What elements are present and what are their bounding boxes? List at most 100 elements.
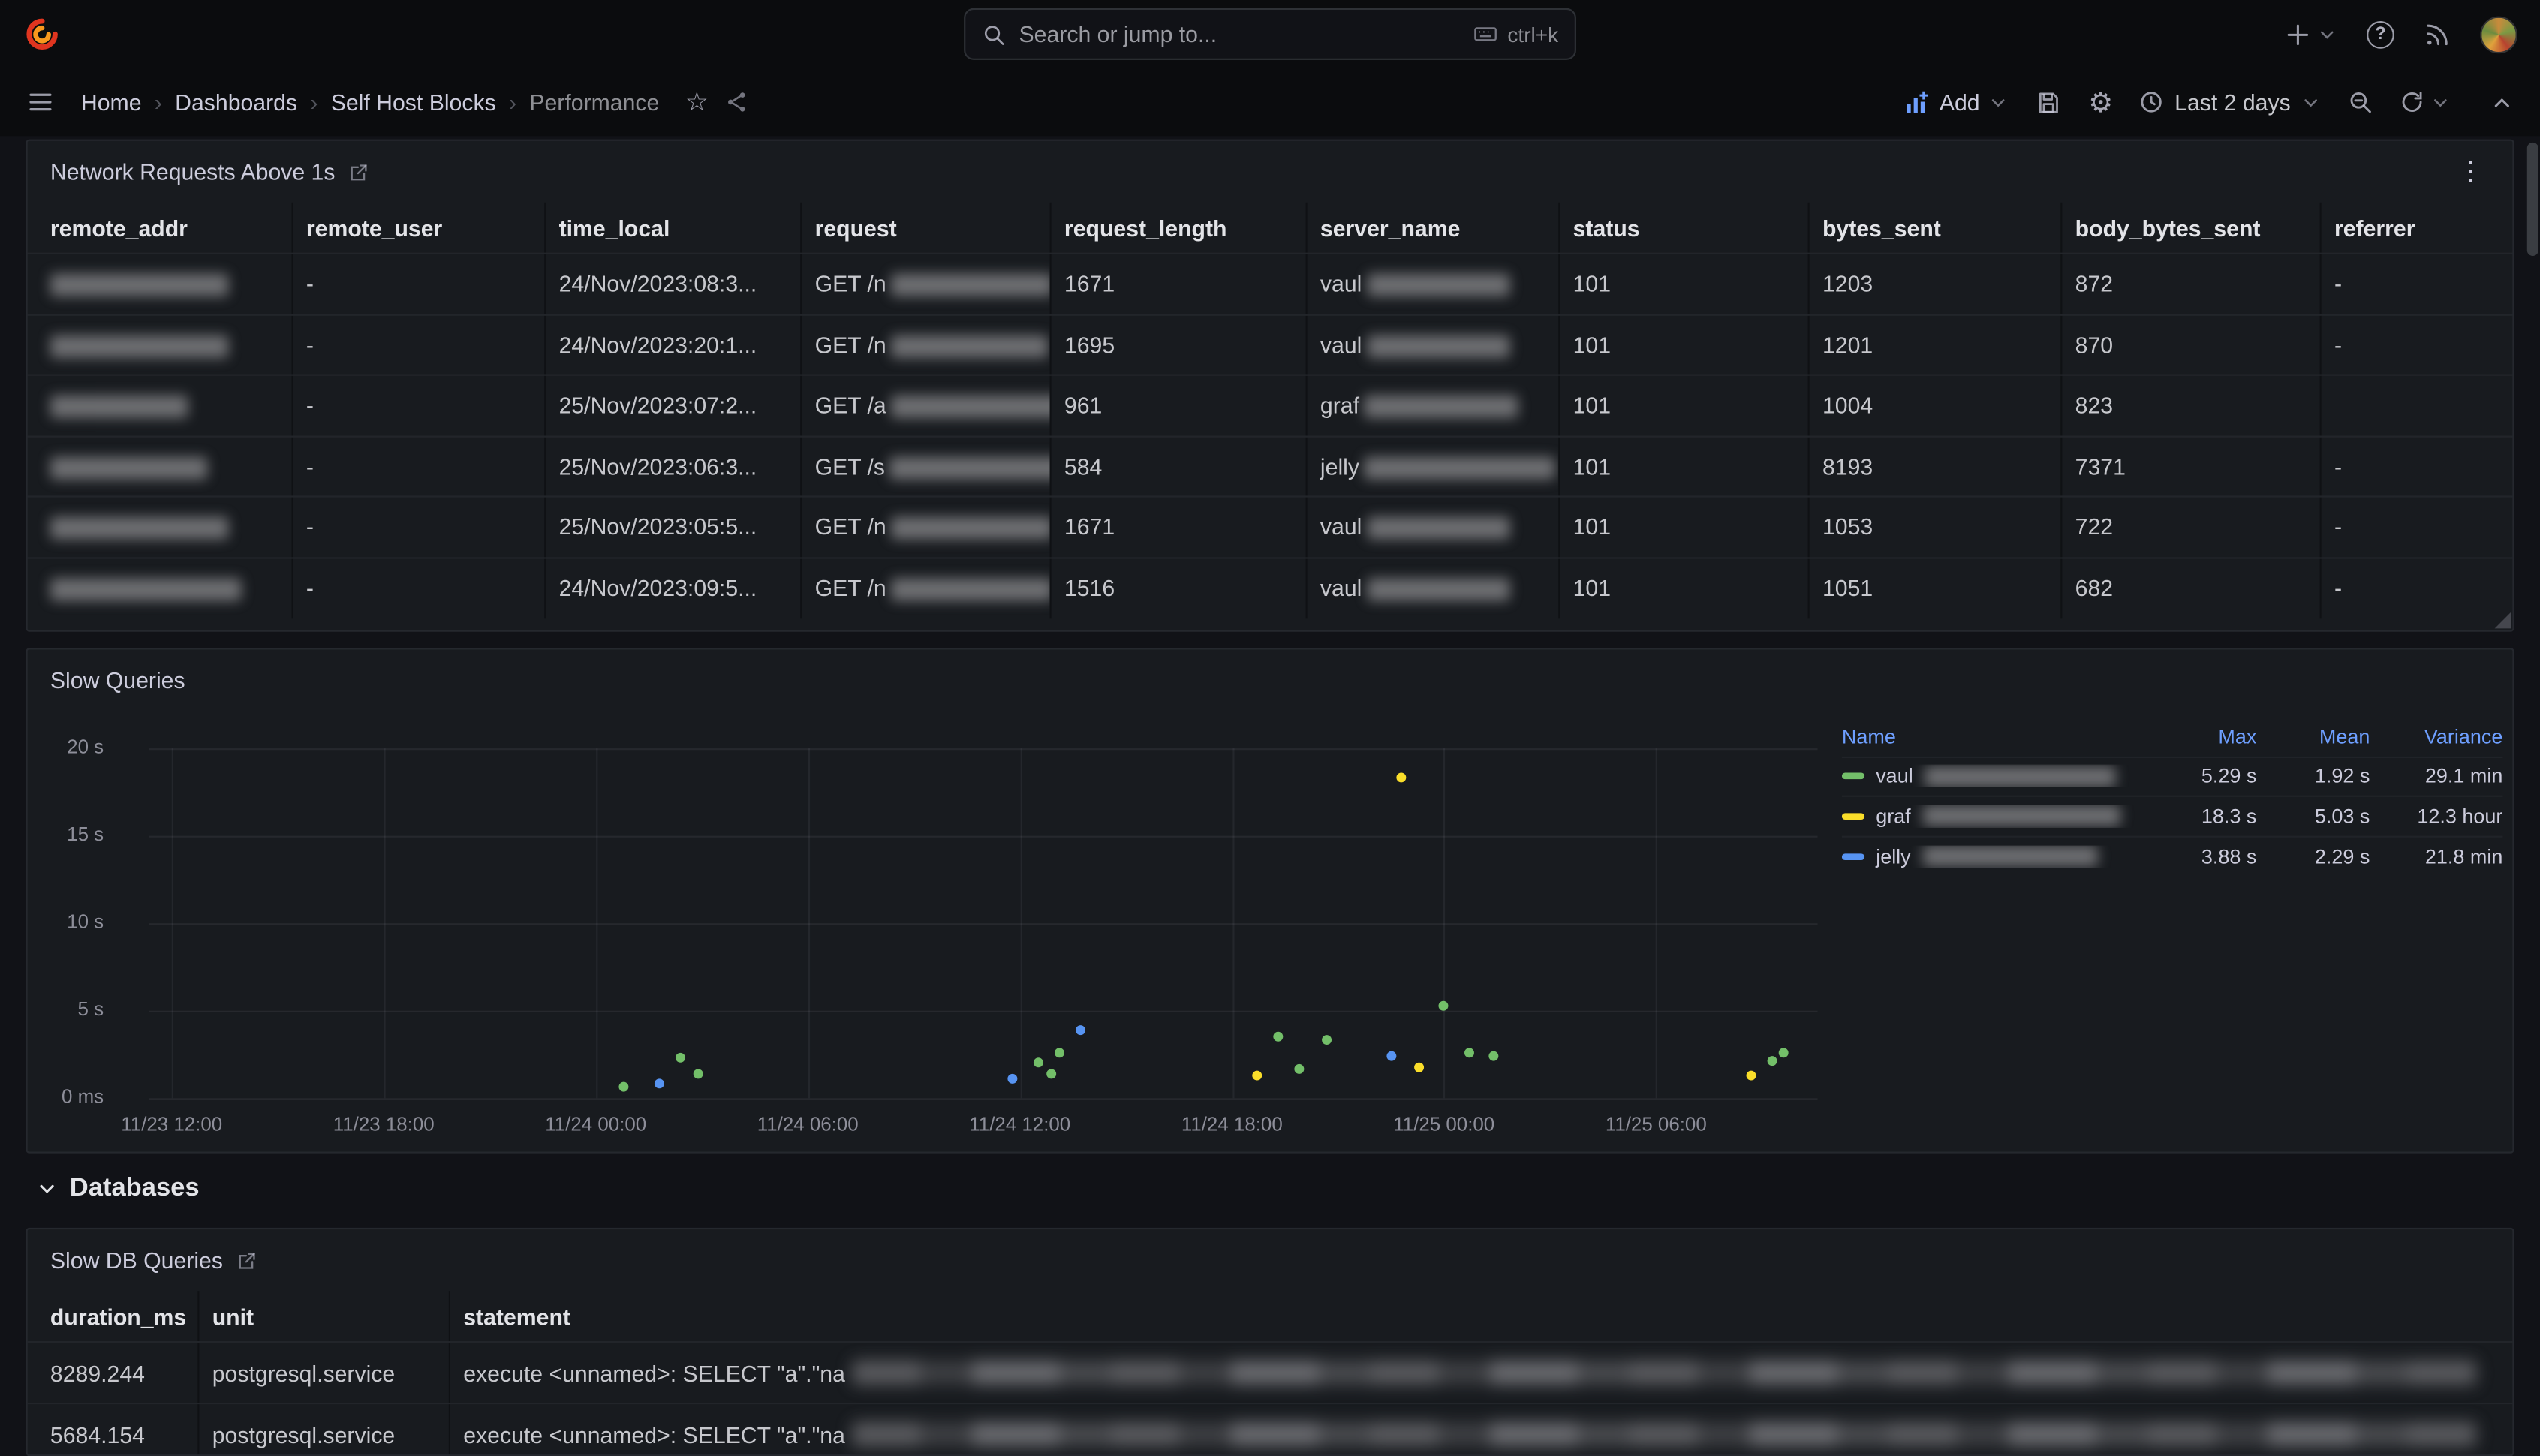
news-rss-icon[interactable] [2424,20,2451,48]
data-point[interactable] [676,1053,685,1063]
table-row: - 24/Nov/2023:08:3... GET /n 1671 vaul 1… [28,254,2513,315]
breadcrumb-home[interactable]: Home [81,89,142,116]
legend-column-max[interactable]: Max [2143,725,2256,748]
table-row: 8289.244 postgresql.service execute <unn… [28,1343,2513,1404]
cell-referrer: - [2322,558,2503,618]
request-prefix: GET /n [815,331,886,357]
series-marker[interactable] [1842,813,1864,820]
panel-slow-db-queries: Slow DB Queries duration_ms unit stateme… [26,1228,2514,1456]
legend-row: jelly 3.88 s 2.29 s 21.8 min [1842,837,2503,877]
time-range-picker[interactable]: Last 2 days [2139,89,2322,116]
cell-server-name: vaul [1308,315,1560,375]
data-point[interactable] [1252,1070,1262,1080]
data-point[interactable] [1075,1025,1085,1035]
scatter-plot[interactable]: 11/23 12:0011/23 18:0011/24 00:0011/24 0… [123,734,1824,1106]
cell-body-bytes-sent: 682 [2062,558,2321,618]
menu-hamburger-icon[interactable] [26,88,56,117]
legend-column-name[interactable]: Name [1842,725,2143,748]
section-row-databases[interactable]: Databases [35,1166,199,1211]
share-icon[interactable] [724,89,751,116]
column-header-duration-ms[interactable]: duration_ms [38,1291,200,1341]
server-prefix: graf [1320,392,1359,418]
redacted-value [50,396,188,418]
legend-variance-value: 12.3 hour [2370,805,2502,827]
data-point[interactable] [655,1078,664,1088]
cell-bytes-sent: 1004 [1810,376,2063,435]
data-point[interactable] [694,1069,703,1078]
panel-title[interactable]: Slow DB Queries [50,1247,223,1274]
cell-remote-user: - [293,558,546,618]
dashboard-settings-gear-icon[interactable]: ⚙ [2088,89,2113,116]
data-point[interactable] [1323,1036,1332,1045]
data-point[interactable] [1439,1000,1449,1010]
series-name[interactable]: graf [1876,805,1911,827]
data-point[interactable] [1464,1048,1473,1057]
data-point[interactable] [1768,1057,1777,1066]
data-point[interactable] [1294,1063,1304,1073]
redacted-value [1922,846,2097,867]
refresh-button[interactable] [2399,89,2451,116]
column-header-unit[interactable]: unit [199,1291,450,1341]
help-icon[interactable]: ? [2367,20,2394,48]
breadcrumb-dashboards[interactable]: Dashboards [175,89,297,116]
column-header-bytes-sent[interactable]: bytes_sent [1810,203,2063,253]
external-link-icon[interactable] [236,1250,257,1271]
y-axis-tick-label: 10 s [26,910,104,933]
data-point[interactable] [1033,1058,1043,1068]
series-marker[interactable] [1842,773,1864,780]
data-point[interactable] [1778,1048,1788,1057]
data-point[interactable] [1386,1051,1396,1061]
new-dropdown-button[interactable] [2284,20,2337,48]
chevron-down-icon [2316,23,2337,44]
legend-column-variance[interactable]: Variance [2370,725,2502,748]
panel-menu-kebab-icon[interactable]: ⋮ [2451,155,2490,188]
data-point[interactable] [1414,1062,1424,1072]
column-header-server-name[interactable]: server_name [1308,203,1560,253]
cell-time-local: 24/Nov/2023:09:5... [546,558,802,618]
request-prefix: GET /n [815,270,886,296]
data-point[interactable] [619,1082,629,1092]
collapse-topbar-chevron-up-icon[interactable] [2490,90,2514,114]
external-link-icon[interactable] [348,161,369,182]
column-header-body-bytes-sent[interactable]: body_bytes_sent [2062,203,2321,253]
cell-request: GET /n [802,254,1051,314]
breadcrumb-self-host-blocks[interactable]: Self Host Blocks [331,89,496,116]
column-header-status[interactable]: status [1560,203,1809,253]
column-header-request[interactable]: request [802,203,1051,253]
column-header-remote-addr[interactable]: remote_addr [38,203,293,253]
column-header-referrer[interactable]: referrer [2322,203,2503,253]
cell-body-bytes-sent: 870 [2062,315,2321,375]
series-name[interactable]: vaul [1876,765,1913,787]
search-input[interactable]: Search or jump to... ctrl+k [964,8,1576,60]
search-icon [982,22,1006,46]
grid-line [149,1011,1818,1012]
grafana-logo-icon[interactable] [23,14,62,53]
add-button[interactable]: Add [1903,89,2009,116]
panel-resize-handle[interactable] [2495,612,2511,629]
favorite-star-icon[interactable]: ☆ [685,86,709,118]
data-point[interactable] [1047,1069,1057,1078]
column-header-request-length[interactable]: request_length [1052,203,1308,253]
data-point[interactable] [1008,1074,1018,1084]
column-header-time-local[interactable]: time_local [546,203,802,253]
table-row: - 25/Nov/2023:07:2... GET /a 961 graf 10… [28,376,2513,437]
page-scrollbar-thumb[interactable] [2527,143,2538,256]
cell-remote-addr [38,315,293,375]
series-marker[interactable] [1842,853,1864,860]
data-point[interactable] [1397,773,1407,783]
data-point[interactable] [1054,1048,1064,1057]
data-point[interactable] [1747,1070,1756,1080]
save-dashboard-icon[interactable] [2035,89,2063,116]
cell-unit: postgresql.service [199,1404,450,1456]
panel-title[interactable]: Network Requests Above 1s [50,159,336,185]
data-point[interactable] [1488,1051,1498,1061]
user-avatar[interactable] [2480,16,2517,53]
x-axis-tick-label: 11/23 12:00 [99,1113,245,1136]
data-point[interactable] [1273,1032,1283,1042]
column-header-statement[interactable]: statement [450,1291,2502,1341]
series-name[interactable]: jelly [1876,845,1911,868]
zoom-out-icon[interactable] [2347,89,2373,116]
panel-title[interactable]: Slow Queries [50,667,185,693]
legend-column-mean[interactable]: Mean [2256,725,2370,748]
column-header-remote-user[interactable]: remote_user [293,203,546,253]
